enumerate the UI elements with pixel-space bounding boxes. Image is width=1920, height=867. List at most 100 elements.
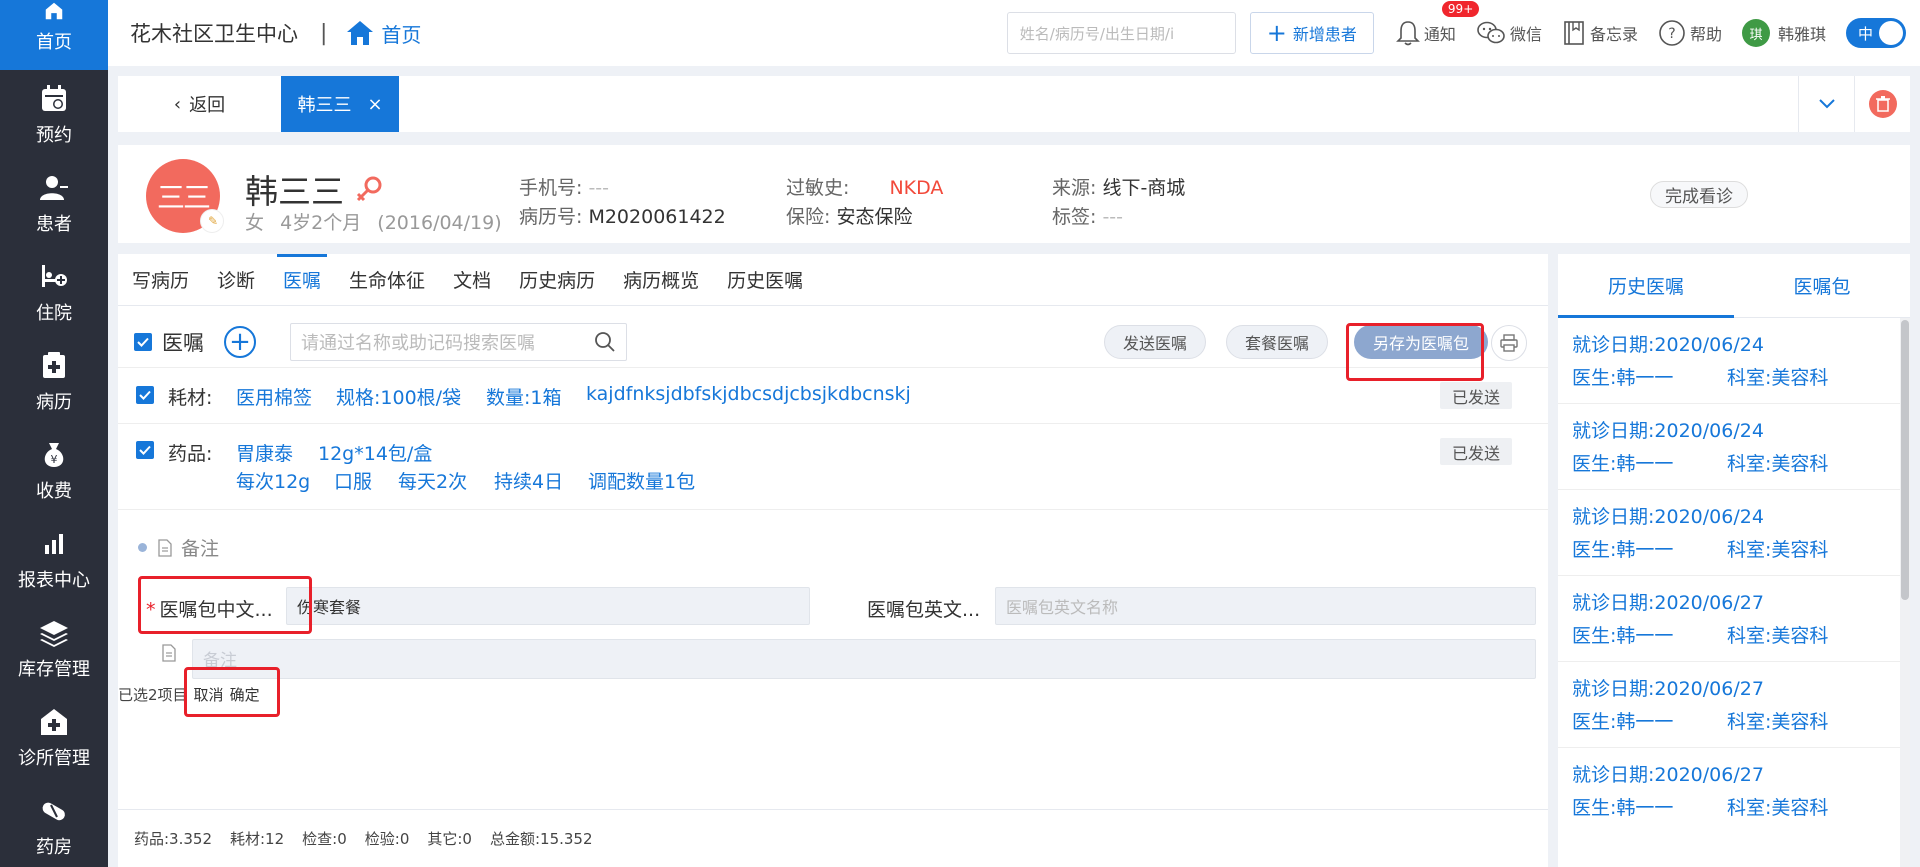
record-label: 病历号: [519,206,583,228]
sidebar-item-label: 报表中心 [18,569,90,591]
notify-button[interactable]: 通知 99+ [1395,1,1480,47]
tab-documents[interactable]: 文档 [453,254,491,306]
finish-visit-button[interactable]: 完成看诊 [1650,181,1748,208]
tab-history-orders-side[interactable]: 历史医嘱 [1558,254,1734,318]
patient-meta: 女 4岁2个月 (2016/04/19) [245,208,512,235]
sidebar-item-patients[interactable]: 患者 [0,159,108,248]
list-item[interactable]: 就诊日期:2020/06/27 医生:韩一一 科室:美容科 [1558,576,1900,662]
order-code: kajdfnksjdbfskjdbcsdjcbsjkdbcnskj [586,383,911,405]
selected-count: 已选2项目 [118,686,188,704]
scrollbar-thumb[interactable] [1901,320,1909,600]
female-icon [356,176,382,202]
sidebar-item-pharmacy[interactable]: 药房 [0,782,108,867]
tab-vitals[interactable]: 生命体征 [349,254,425,306]
patient-info-card: 三三 ✎ 韩三三 女 4岁2个月 (2016/04/19) 手机号: --- 病… [118,145,1910,243]
order-row-drug[interactable]: 药品: 胃康泰 12g*14包/盒 每次12g 口服 每天2次 持续4日 调配数… [118,424,1548,510]
list-item[interactable]: 就诊日期:2020/06/24 医生:韩一一 科室:美容科 [1558,490,1900,576]
order-dispense: 调配数量1包 [588,471,696,493]
svg-text:?: ? [1668,26,1675,42]
order-search-input[interactable]: 请通过名称或助记码搜索医嘱 [290,322,627,361]
delete-tab-button[interactable] [1854,76,1910,132]
sidebar-item-billing[interactable]: ¥ 收费 [0,426,108,515]
tab-history-records[interactable]: 历史病历 [519,254,595,306]
sidebar-item-records[interactable]: 病历 [0,337,108,426]
order-name: 医用棉签 [236,387,313,409]
breadcrumb-home[interactable]: 首页 [345,19,421,48]
patient-birthday: (2016/04/19) [377,212,502,234]
history-date: 就诊日期:2020/06/27 [1572,592,1764,614]
add-order-button[interactable]: + [224,325,256,358]
document-icon [158,538,172,557]
notify-label: 通知 [1423,25,1456,44]
history-dept: 科室:美容科 [1727,711,1829,733]
svg-text:¥: ¥ [51,453,58,466]
language-toggle[interactable]: 中 [1846,18,1906,48]
patient-tab-bar: ‹ 返回 韩三三 × [118,76,1910,132]
phone-label: 手机号: [519,177,583,199]
sidebar-item-home[interactable]: 首页 [0,0,108,70]
user-icon [40,175,68,200]
patient-avatar: 三三 ✎ [146,159,224,233]
list-item[interactable]: 就诊日期:2020/06/27 医生:韩一一 科室:美容科 [1558,748,1900,834]
search-placeholder: 姓名/病历号/出生日期/i [1019,24,1175,43]
tab-diagnosis[interactable]: 诊断 [217,254,255,306]
sidebar-item-inventory[interactable]: 库存管理 [0,604,108,693]
tab-history-orders[interactable]: 历史医嘱 [727,254,803,306]
sidebar-item-reports[interactable]: 报表中心 [0,515,108,604]
select-all-checkbox[interactable] [134,332,152,351]
help-button[interactable]: ? 帮助 [1658,19,1722,47]
sidebar-item-label: 预约 [36,124,72,146]
avatar: 琪 [1741,19,1770,47]
history-doctor: 医生:韩一一 [1572,367,1674,389]
package-remark-textarea[interactable]: 备注 [192,639,1536,679]
back-label: 返回 [189,95,226,116]
package-cn-input[interactable]: 伤寒套餐 [286,587,810,625]
list-item[interactable]: 就诊日期:2020/06/24 医生:韩一一 科室:美容科 [1558,404,1900,490]
tab-write-record[interactable]: 写病历 [132,254,189,306]
tab-order-packages[interactable]: 医嘱包 [1734,254,1910,317]
user-menu[interactable]: 琪 韩雅琪 [1741,19,1826,47]
remark-label: 备注 [181,538,220,560]
check-icon [137,337,149,347]
tab-record-overview[interactable]: 病历概览 [623,254,699,306]
history-date: 就诊日期:2020/06/24 [1572,334,1764,356]
order-name: 胃康泰 [236,443,294,465]
wechat-button[interactable]: 微信 [1476,20,1542,46]
sidebar-item-inpatient[interactable]: 住院 [0,248,108,337]
tab-dropdown-button[interactable] [1798,76,1854,132]
new-patient-button[interactable]: + 新增患者 [1249,12,1374,54]
tab-patient-active[interactable]: 韩三三 × [281,76,399,132]
sidebar-item-appointment[interactable]: 预约 [0,70,108,159]
top-bar: 花木社区卫生中心 | 首页 姓名/病历号/出生日期/i + 新增患者 通知 99… [108,0,1920,66]
history-scrollbar[interactable] [1900,318,1910,867]
sidebar-item-label: 诊所管理 [18,747,90,769]
edit-icon[interactable]: ✎ [200,209,224,233]
list-item[interactable]: 就诊日期:2020/06/24 医生:韩一一 科室:美容科 [1558,318,1900,404]
list-item[interactable]: 就诊日期:2020/06/27 医生:韩一一 科室:美容科 [1558,662,1900,748]
close-icon[interactable]: × [367,94,382,115]
back-button[interactable]: ‹ 返回 [118,76,281,132]
history-doctor: 医生:韩一一 [1572,625,1674,647]
order-quantity: 数量:1箱 [486,387,562,409]
print-button[interactable] [1491,325,1527,361]
insurance-field: 保险: 安态保险 [786,202,912,229]
send-order-button[interactable]: 发送医嘱 [1104,325,1207,359]
sidebar-item-clinic-admin[interactable]: 诊所管理 [0,693,108,782]
cost-total: 总金额:15.352 [489,830,593,848]
order-checkbox[interactable] [136,441,154,459]
package-order-button[interactable]: 套餐医嘱 [1226,325,1329,359]
patient-search-input[interactable]: 姓名/病历号/出生日期/i [1006,12,1236,54]
package-en-input[interactable]: 医嘱包英文名称 [995,587,1536,625]
user-name: 韩雅琪 [1777,25,1826,44]
cost-other: 其它:0 [427,830,472,848]
layers-icon [40,620,68,647]
tab-orders[interactable]: 医嘱 [277,253,328,306]
order-checkbox[interactable] [136,386,154,404]
order-row-material[interactable]: 耗材: 医用棉签 规格:100根/袋 数量:1箱 kajdfnksjdbfskj… [118,368,1548,424]
plus-icon: + [1266,19,1287,47]
orders-panel: 写病历 诊断 医嘱 生命体征 文档 历史病历 病历概览 历史医嘱 医嘱 + 请通… [118,253,1548,867]
remark-section: 备注 [138,534,219,561]
book-icon [1564,21,1584,45]
trash-icon [1868,90,1897,118]
memo-button[interactable]: 备忘录 [1562,20,1638,46]
